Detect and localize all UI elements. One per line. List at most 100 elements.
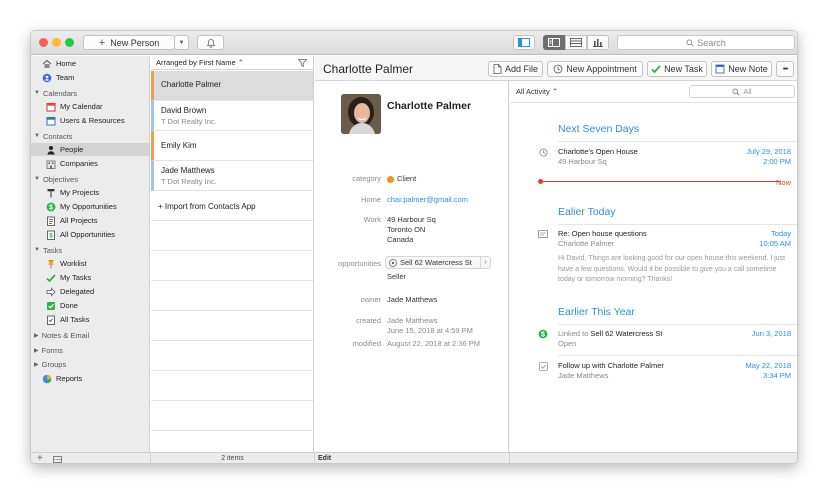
list-item[interactable]: Charlotte Palmer: [151, 71, 313, 101]
calendar-icon: [46, 116, 56, 126]
sidebar-item-users-resources[interactable]: Users & Resources: [31, 114, 149, 127]
sidebar-section-contacts[interactable]: ▼ Contacts: [34, 130, 73, 142]
disclosure-closed-icon: ▶: [34, 347, 39, 354]
home-email-link[interactable]: char.palmer@gmail.com: [387, 195, 468, 205]
list-item[interactable]: Jade Matthews T Dot Realty Inc.: [151, 161, 313, 191]
search-field[interactable]: Search: [617, 35, 795, 50]
sidebar-item-label: Done: [60, 301, 78, 310]
contact-name-heading: Charlotte Palmer: [387, 100, 472, 112]
email-preview: Hi David, Things are looking good for ou…: [558, 255, 786, 283]
sidebar-options-icon[interactable]: [53, 456, 62, 463]
sidebar-item-all-opportunities[interactable]: $ All Opportunities: [31, 228, 149, 241]
split-view-button[interactable]: [543, 35, 565, 50]
more-actions-button[interactable]: •••: [776, 61, 794, 77]
task-checkbox-icon[interactable]: [538, 361, 548, 371]
activity-search-field[interactable]: All: [689, 85, 795, 98]
sidebar-item-home[interactable]: Home: [31, 57, 149, 70]
avatar: [341, 94, 381, 134]
edit-button[interactable]: Edit: [318, 455, 331, 462]
sidebar-section-groups[interactable]: ▶ Groups: [34, 358, 66, 370]
new-appointment-button[interactable]: New Appointment: [547, 61, 643, 77]
sidebar-item-people[interactable]: People: [31, 143, 149, 156]
sidebar: Home Team ▼ Calendars My Calendar Users …: [31, 56, 150, 452]
sidebar-item-my-opportunities[interactable]: $ My Opportunities: [31, 200, 149, 213]
import-contacts-label: + Import from Contacts App: [158, 202, 256, 211]
empty-row: [151, 221, 313, 251]
owner-value[interactable]: Jade Matthews: [387, 295, 437, 305]
new-note-button[interactable]: New Note: [711, 61, 772, 77]
arrange-by-button[interactable]: Arranged by First Name ⌃: [156, 58, 244, 67]
task-list-icon: [46, 315, 56, 325]
sidebar-section-tasks[interactable]: ▼ Tasks: [34, 244, 62, 256]
sidebar-section-notes-email[interactable]: ▶ Notes & Email: [34, 329, 89, 341]
add-file-button[interactable]: Add File: [488, 61, 543, 77]
activity-toolbar: All Activity ⌃ All: [510, 81, 797, 103]
section-label: Contacts: [42, 131, 73, 141]
disclosure-closed-icon: ▶: [34, 361, 39, 368]
sidebar-item-all-tasks[interactable]: All Tasks: [31, 313, 149, 326]
sidebar-item-label: My Opportunities: [60, 202, 117, 211]
modified-label: modified: [352, 339, 381, 348]
sidebar-item-my-calendar[interactable]: My Calendar: [31, 100, 149, 113]
sidebar-item-companies[interactable]: Companies: [31, 157, 149, 170]
checkmark-icon: [46, 273, 56, 283]
zoom-window-button[interactable]: [65, 38, 74, 47]
activity-title[interactable]: Re: Open house questions: [558, 229, 647, 238]
filter-icon[interactable]: [298, 59, 307, 67]
new-task-button[interactable]: New Task: [647, 61, 707, 77]
activity-filter-dropdown[interactable]: All Activity ⌃: [516, 87, 558, 96]
sidebar-item-all-projects[interactable]: All Projects: [31, 214, 149, 227]
list-view-button[interactable]: [565, 35, 587, 50]
house-icon: [42, 59, 52, 69]
empty-row: [151, 431, 313, 452]
sidebar-section-calendars[interactable]: ▼ Calendars: [34, 87, 77, 99]
section-earlier-today: Ealier Today: [558, 206, 616, 218]
activity-title[interactable]: Linked to Sell 62 Watercress St: [558, 329, 662, 338]
activity-title[interactable]: Charlotte's Open House: [558, 147, 638, 156]
new-person-button[interactable]: + New Person: [83, 35, 175, 50]
home-email-label: Home: [360, 195, 381, 204]
clock-icon: [538, 147, 548, 157]
add-file-label: Add File: [504, 64, 539, 74]
sidebar-item-delegated[interactable]: Delegated: [31, 285, 149, 298]
activity-subtitle: Jade Matthews: [558, 371, 609, 380]
work-address[interactable]: 49 Harbour Sq Toronto ON Canada: [387, 215, 436, 245]
add-icon[interactable]: +: [37, 453, 43, 463]
sidebar-item-label: Worklist: [60, 259, 87, 268]
sidebar-item-label: All Projects: [60, 216, 98, 225]
minimize-window-button[interactable]: [52, 38, 61, 47]
list-item[interactable]: Emily Kim: [151, 131, 313, 161]
sidebar-item-worklist[interactable]: Worklist: [31, 257, 149, 270]
opportunity-token[interactable]: Sell 62 Watercress St ›: [385, 256, 491, 269]
category-dot-icon: [387, 175, 394, 183]
sidebar-section-objectives[interactable]: ▼ Objectives: [34, 173, 78, 185]
new-menu-dropdown-button[interactable]: ▼: [174, 35, 189, 50]
sidebar-item-reports[interactable]: Reports: [31, 372, 149, 385]
sidebar-item-team[interactable]: Team: [31, 71, 149, 84]
divider: [558, 355, 797, 356]
pin-icon: [46, 259, 56, 269]
import-contacts-row[interactable]: + Import from Contacts App: [151, 191, 313, 221]
address-line: Toronto ON: [387, 225, 426, 234]
now-dot: [538, 179, 543, 184]
status-bar: + 2 items Edit: [31, 452, 797, 463]
sidebar-item-done[interactable]: Done: [31, 299, 149, 312]
close-window-button[interactable]: [39, 38, 48, 47]
list-item[interactable]: David Brown T Dot Realty Inc.: [151, 101, 313, 131]
sidebar-section-forms[interactable]: ▶ Forms: [34, 344, 63, 356]
sidebar-item-label: My Calendar: [60, 102, 103, 111]
chart-view-button[interactable]: [587, 35, 609, 50]
category-value[interactable]: Client: [387, 174, 416, 184]
split-view-icon: [548, 38, 560, 47]
sidebar-toggle-button[interactable]: [513, 35, 535, 50]
sidebar-item-my-projects[interactable]: My Projects: [31, 186, 149, 199]
sidebar-item-my-tasks[interactable]: My Tasks: [31, 271, 149, 284]
opportunities-label: opportunities: [338, 259, 381, 268]
activity-search-placeholder: All: [743, 87, 752, 96]
contact-detail: Charlotte Palmer category Client Home ch…: [315, 81, 509, 452]
email-icon: [538, 229, 548, 239]
item-count: 2 items: [221, 455, 244, 462]
notifications-button[interactable]: [197, 35, 224, 50]
section-label: Tasks: [42, 245, 63, 255]
activity-title[interactable]: Follow up with Charlotte Palmer: [558, 361, 664, 370]
